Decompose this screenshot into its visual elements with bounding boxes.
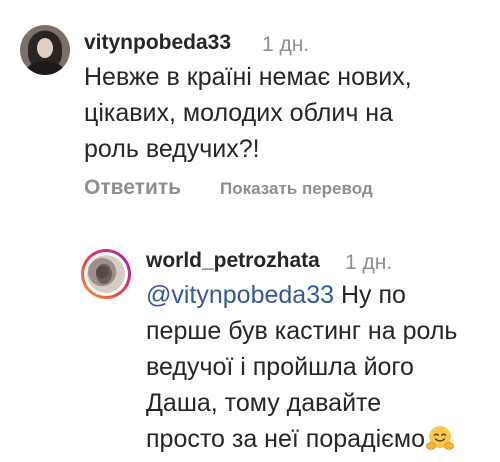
comment-world-petrozhata: world_petrozhata 1 дн. @vitynpobeda33 Ну… <box>0 230 500 454</box>
avatar-story-ring[interactable] <box>81 249 131 299</box>
comment-text: Невже в країні немає нових, цікавих, мол… <box>84 59 484 167</box>
comment-line: ведучої і пройшла його <box>146 353 414 381</box>
comment-line: просто за неї порадіємо <box>146 421 491 457</box>
comment-line: цікавих, молодих облич на <box>84 99 393 127</box>
comment-line: перше був кастинг на роль <box>146 317 458 345</box>
comment-username[interactable]: world_petrozhata <box>146 249 320 273</box>
comment-line: роль ведучих?! <box>84 135 260 163</box>
comment-text: @vitynpobeda33 Ну по перше був кастинг н… <box>146 277 491 457</box>
comment-username[interactable]: vitynpobeda33 <box>84 31 231 55</box>
translate-button[interactable]: Показать перевод <box>220 179 373 199</box>
avatar <box>87 255 125 293</box>
comment-line-text: просто за неї порадіємо <box>146 425 426 453</box>
avatar-ring-inner <box>84 252 128 296</box>
comment-vitynpobeda33: vitynpobeda33 1 дн. Невже в країні немає… <box>0 0 500 220</box>
comment-line-rest: Ну по <box>334 281 406 309</box>
avatar[interactable] <box>20 25 70 75</box>
comment-line: Невже в країні немає нових, <box>84 63 412 91</box>
avatar-face <box>37 38 53 58</box>
reply-button[interactable]: Ответить <box>84 176 181 200</box>
comment-line: Даша, тому давайте <box>146 389 382 417</box>
hugging-face-icon <box>426 424 454 452</box>
comment-time: 1 дн. <box>345 251 393 274</box>
comment-time: 1 дн. <box>262 33 310 56</box>
mention-link[interactable]: @vitynpobeda33 <box>146 281 334 309</box>
comment-line: @vitynpobeda33 Ну по <box>146 277 491 313</box>
